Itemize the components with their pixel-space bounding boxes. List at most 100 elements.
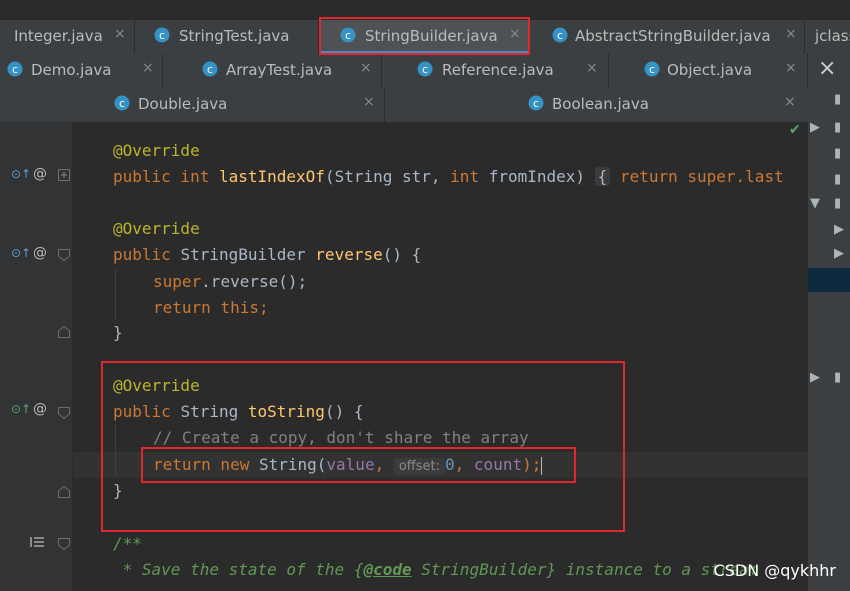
code-line: @Override [113, 141, 200, 161]
keyword: public [113, 402, 181, 421]
close-icon[interactable]: × [114, 26, 126, 42]
annotation: @Override [113, 376, 200, 395]
close-icon[interactable]: × [785, 60, 797, 76]
code-line: return this; [153, 298, 269, 318]
implements-method-icon[interactable]: ⊙↑ [11, 167, 31, 181]
file-icon[interactable]: ▮ [834, 146, 841, 161]
tab-abstractstringbuilder[interactable]: c AbstractStringBuilder.java × [529, 20, 805, 54]
indent-guide [115, 268, 116, 320]
java-class-icon: c [202, 61, 218, 77]
editor-tab-row-3: c Double.java × c Boolean.java × [0, 88, 808, 122]
tab-integer[interactable]: Integer.java × [0, 20, 135, 54]
code-text: fromIndex) [488, 167, 595, 186]
folded-region[interactable]: { [594, 167, 611, 186]
folder-icon[interactable]: ▮ [834, 370, 841, 385]
keyword: public [113, 245, 181, 264]
fold-collapse-icon[interactable] [58, 538, 70, 550]
folder-icon[interactable]: ▮ [834, 196, 841, 211]
implements-method-icon[interactable]: ⊙↑ [11, 246, 31, 260]
code-line: * Save the state of the {@code StringBui… [113, 560, 759, 580]
text-caret [541, 456, 543, 475]
close-icon[interactable]: × [142, 60, 154, 76]
close-icon[interactable]: × [363, 94, 375, 110]
tab-label: Boolean.java [552, 95, 649, 113]
expand-arrow-icon[interactable]: ▶ [834, 222, 844, 237]
expand-arrow-icon[interactable]: ▶ [810, 370, 820, 385]
code-line: return new String(value, offset: 0, count… [153, 455, 543, 477]
tab-boolean[interactable]: c Boolean.java × [385, 88, 808, 122]
close-icon[interactable]: × [509, 26, 521, 42]
tab-label: Demo.java [31, 61, 112, 79]
tab-label: Integer.java [14, 27, 103, 45]
doc-comment: * Save the state of the [113, 560, 354, 579]
editor-gutter[interactable] [0, 122, 72, 591]
editor-tab-row-2: c Demo.java × c ArrayTest.java × c Refer… [0, 54, 850, 88]
fold-collapse-icon[interactable] [58, 407, 70, 419]
code-line: } [113, 323, 123, 343]
indent-guide [115, 424, 116, 476]
close-icon[interactable]: × [360, 60, 372, 76]
code-line: super.reverse(); [153, 272, 307, 292]
code-line: } [113, 481, 123, 501]
file-icon[interactable]: ▮ [834, 120, 841, 135]
watermark: CSDN @qykhhr [713, 561, 836, 580]
tab-arraytest[interactable]: c ArrayTest.java × [163, 54, 382, 88]
java-class-icon: c [552, 27, 568, 43]
fold-expand-icon[interactable] [58, 169, 70, 181]
code-text: super.last [687, 167, 784, 186]
inspection-ok-icon[interactable]: ✔ [789, 122, 801, 138]
java-class-icon: c [417, 61, 433, 77]
file-icon[interactable]: ▮ [834, 172, 841, 187]
code-editor[interactable]: ⊙↑ @ ⊙↑ @ ⊙↑ @ @Override public int last… [0, 122, 808, 591]
tab-jclass[interactable]: jclass [805, 20, 850, 54]
code-line: @Override [113, 376, 200, 396]
tab-double[interactable]: c Double.java × [0, 88, 385, 122]
override-icon[interactable]: @ [33, 245, 47, 261]
code-text: } [113, 323, 123, 342]
code-text: , [374, 455, 394, 474]
code-line: public StringBuilder reverse() { [113, 245, 421, 265]
fold-end-icon[interactable] [58, 486, 70, 498]
tab-demo[interactable]: c Demo.java × [0, 54, 163, 88]
tab-object[interactable]: c Object.java × [609, 54, 808, 88]
tab-label: StringBuilder.java [365, 27, 498, 45]
expand-arrow-icon[interactable]: ▶ [810, 120, 820, 135]
selected-tree-row[interactable] [808, 268, 850, 292]
code-text: () { [324, 402, 364, 421]
annotation: @Override [113, 219, 200, 238]
close-icon[interactable]: × [784, 94, 796, 110]
svg-text:c: c [119, 97, 125, 110]
tab-reference[interactable]: c Reference.java × [382, 54, 609, 88]
close-icon[interactable]: × [785, 26, 797, 42]
code-text: } [113, 481, 123, 500]
java-class-icon: c [114, 95, 130, 111]
svg-text:c: c [533, 97, 539, 110]
tab-stringtest[interactable]: c StringTest.java [135, 20, 319, 54]
override-icon[interactable]: @ [33, 401, 47, 417]
code-line: // Create a copy, don't share the array [153, 428, 529, 448]
type-name: String [180, 402, 248, 421]
overrides-method-icon[interactable]: ⊙↑ [11, 402, 31, 416]
gutter-divider [72, 122, 73, 591]
tab-label: jclass [815, 27, 850, 45]
comment: // Create a copy, don't share the array [153, 428, 529, 447]
tab-label: Reference.java [442, 61, 554, 79]
fold-end-icon[interactable] [58, 326, 70, 338]
java-class-icon: c [154, 27, 170, 43]
type-name: StringBuilder [180, 245, 316, 264]
close-icon[interactable]: × [586, 60, 598, 76]
tab-stringbuilder[interactable]: c StringBuilder.java × [319, 20, 529, 54]
svg-text:c: c [649, 63, 655, 76]
close-all-tabs-button[interactable]: × [808, 54, 850, 88]
keyword: return new [153, 455, 259, 474]
code-line: /** [113, 534, 142, 554]
expand-arrow-icon[interactable]: ▶ [834, 246, 844, 261]
override-icon[interactable]: @ [33, 166, 47, 182]
doc-comment: /** [113, 534, 142, 553]
fold-collapse-icon[interactable] [58, 249, 70, 261]
project-side-panel[interactable]: ▮ ▶ ▮ ▮ ▮ ▼ ▮ ▶ ▶ ▶ ▮ [808, 88, 850, 591]
collapse-arrow-icon[interactable]: ▼ [810, 196, 820, 211]
file-icon[interactable]: ▮ [834, 92, 841, 107]
code-text: , [454, 455, 474, 474]
svg-text:c: c [557, 29, 563, 42]
